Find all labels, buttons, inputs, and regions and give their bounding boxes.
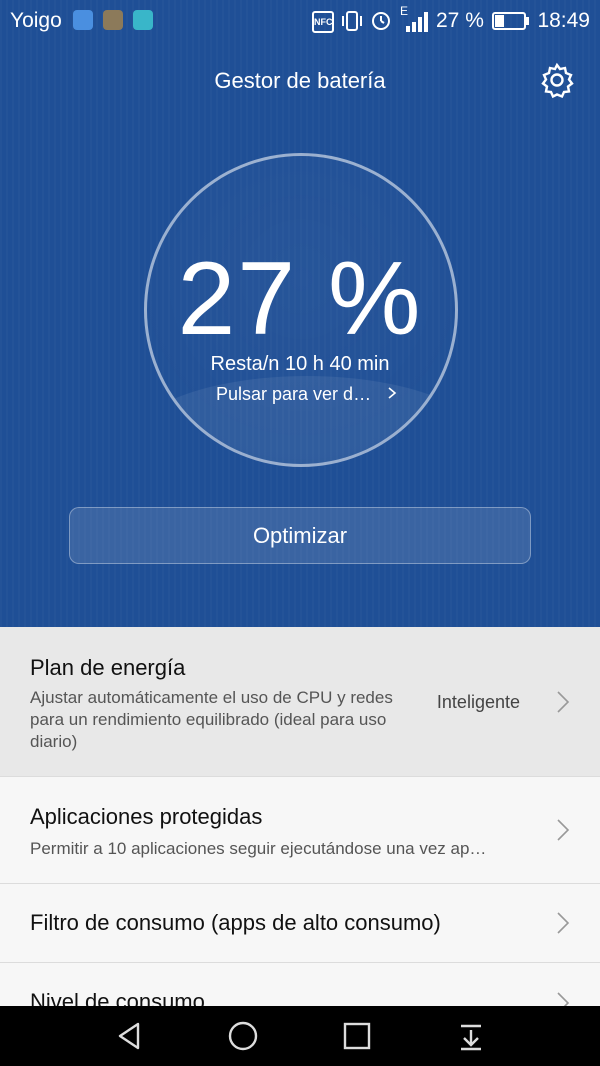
navigation-bar bbox=[0, 1006, 600, 1066]
status-bar: Yoigo NFC E 27 % 18:49 bbox=[0, 0, 600, 42]
vibrate-icon bbox=[342, 11, 362, 31]
page-title: Gestor de batería bbox=[214, 68, 386, 93]
status-battery-percent: 27 % bbox=[436, 9, 484, 32]
list-item-protected-apps[interactable]: Aplicaciones protegidas Permitir a 10 ap… bbox=[0, 777, 600, 884]
battery-percent-large: 27 % bbox=[177, 241, 423, 357]
power-plan-value: Inteligente bbox=[436, 692, 520, 712]
row-title: Aplicaciones protegidas bbox=[30, 804, 263, 829]
home-icon[interactable] bbox=[227, 1020, 259, 1052]
list-item-power-plan[interactable]: Plan de energía Ajustar automáticamente … bbox=[0, 627, 600, 777]
battery-header-panel: Yoigo NFC E 27 % 18:49 Gestor de batería… bbox=[0, 0, 600, 627]
alarm-icon bbox=[372, 12, 390, 30]
view-details-link[interactable]: Pulsar para ver d… bbox=[216, 384, 398, 405]
list-item-consumption-filter[interactable]: Filtro de consumo (apps de alto consumo) bbox=[0, 884, 600, 963]
row-subtitle: Ajustar automáticamente el uso de CPU y … bbox=[30, 688, 393, 751]
back-icon[interactable] bbox=[114, 1020, 146, 1052]
notification-edit-icon bbox=[133, 10, 153, 30]
notification-app-icon bbox=[73, 10, 93, 30]
recents-icon[interactable] bbox=[341, 1020, 373, 1052]
chevron-right-icon bbox=[557, 819, 570, 841]
chevron-right-icon bbox=[388, 387, 397, 399]
nfc-icon: NFC bbox=[312, 11, 334, 33]
optimize-button[interactable]: Optimizar bbox=[69, 507, 531, 564]
battery-icon bbox=[492, 12, 529, 30]
view-details-label: Pulsar para ver d… bbox=[216, 384, 372, 404]
row-title: Filtro de consumo (apps de alto consumo) bbox=[30, 910, 441, 935]
remaining-time: Resta/n 10 h 40 min bbox=[210, 353, 390, 375]
row-title: Plan de energía bbox=[30, 655, 186, 680]
gear-icon[interactable] bbox=[538, 61, 576, 99]
chevron-right-icon bbox=[557, 691, 570, 713]
row-subtitle: Permitir a 10 aplicaciones seguir ejecut… bbox=[30, 839, 487, 858]
carrier-name: Yoigo bbox=[10, 9, 62, 32]
signal-icon bbox=[406, 12, 428, 32]
notification-image-icon bbox=[103, 10, 123, 30]
notification-pulldown-icon[interactable] bbox=[455, 1020, 487, 1052]
settings-list: Plan de energía Ajustar automáticamente … bbox=[0, 627, 600, 1043]
clock: 18:49 bbox=[537, 9, 590, 32]
chevron-right-icon bbox=[557, 912, 570, 934]
